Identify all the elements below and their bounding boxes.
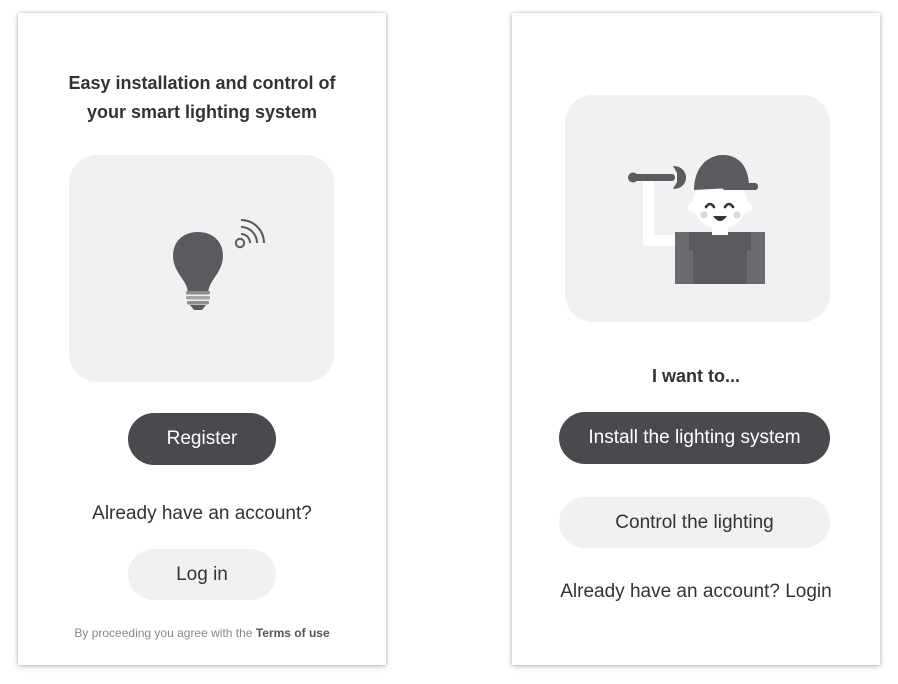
login-button[interactable]: Log in — [128, 549, 276, 600]
bulb-illustration-card — [69, 155, 334, 382]
role-select-screen: I want to... Install the lighting system… — [512, 13, 880, 665]
installer-illustration-card — [565, 95, 830, 322]
install-lighting-button[interactable]: Install the lighting system — [559, 412, 830, 464]
welcome-title-line2: your smart lighting system — [86, 102, 318, 122]
welcome-title-line1: Easy installation and control of — [68, 73, 336, 93]
account-login-link[interactable]: Already have an account? Login — [512, 581, 880, 603]
role-prompt: I want to... — [652, 366, 740, 386]
account-question: Already have an account? — [92, 503, 312, 524]
terms-prefix: By proceeding you agree with the — [74, 626, 253, 640]
terms-notice: By proceeding you agree with the Terms o… — [18, 626, 386, 640]
smart-bulb-wifi-icon — [173, 219, 265, 310]
control-lighting-button[interactable]: Control the lighting — [559, 497, 830, 548]
terms-of-use-link[interactable]: Terms of use — [256, 626, 330, 640]
welcome-screen: Easy installation and control of your sm… — [18, 13, 386, 665]
installer-worker-icon — [628, 155, 765, 284]
welcome-title: Easy installation and control of your sm… — [38, 69, 366, 127]
register-button[interactable]: Register — [128, 413, 276, 465]
